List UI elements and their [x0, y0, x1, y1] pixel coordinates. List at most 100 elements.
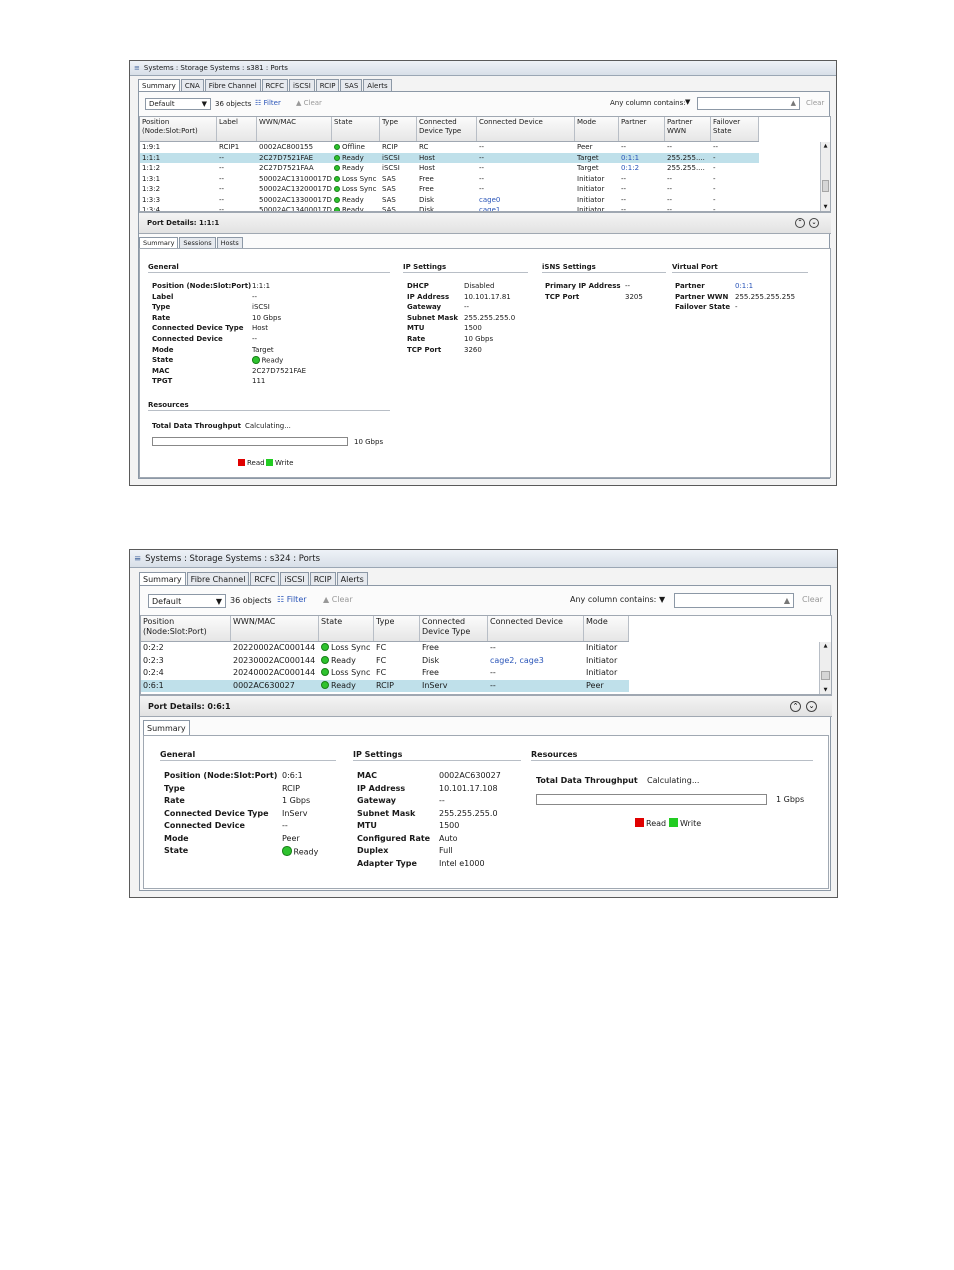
detail-tab-summary[interactable]: Summary: [139, 237, 179, 248]
tab-rcfc[interactable]: RCFC: [261, 79, 288, 91]
column-header[interactable]: Position (Node:Slot:Port): [141, 616, 231, 641]
view-select[interactable]: Default ▼: [145, 98, 211, 110]
column-header[interactable]: WWN/MAC: [231, 616, 319, 641]
detail-value: -: [735, 303, 738, 311]
search-input[interactable]: ▲: [674, 593, 794, 608]
detail-value-text: 255.255.255.255: [735, 292, 796, 301]
tab-iscsi[interactable]: iSCSI: [280, 572, 309, 585]
table-cell: --: [619, 205, 665, 211]
search-clear-icon[interactable]: ▲: [784, 596, 790, 605]
column-header[interactable]: Connected Device: [477, 117, 575, 141]
table-row[interactable]: 0:2:4 20240002AC000144 Loss Sync FC Free -- In…: [141, 667, 629, 680]
table-cell: SAS: [380, 205, 417, 211]
detail-label: MAC: [357, 771, 378, 780]
scroll-thumb[interactable]: [822, 180, 829, 192]
table-row[interactable]: 1:3:2 -- 50002AC13200017D Loss Sync SAS Free -…: [140, 184, 759, 195]
search-clear-button[interactable]: Clear: [806, 99, 824, 107]
detail-value: Ready: [282, 846, 318, 857]
column-header[interactable]: Partner: [619, 117, 665, 141]
scroll-thumb[interactable]: [821, 671, 830, 680]
table-row[interactable]: 1:3:4 -- 50002AC13400017D Ready SAS Disk cage1…: [140, 205, 759, 211]
tab-alerts[interactable]: Alerts: [336, 572, 368, 585]
any-column-dropdown-icon[interactable]: ▼: [685, 98, 690, 106]
column-header[interactable]: Type: [380, 117, 417, 141]
tab-rcfc[interactable]: RCFC: [250, 572, 280, 585]
tab-rcip[interactable]: RCIP: [309, 572, 336, 585]
column-header[interactable]: Type: [374, 616, 420, 641]
detail-tab-summary[interactable]: Summary: [143, 720, 190, 735]
collapse-up-icon[interactable]: ⌃: [790, 701, 801, 712]
detail-tab-sessions[interactable]: Sessions: [179, 237, 216, 248]
table-cell: 0:6:1: [141, 680, 231, 693]
cell-text: 1:3:2: [142, 185, 161, 193]
collapse-down-icon[interactable]: ⌄: [806, 701, 817, 712]
table-cell: SAS: [380, 195, 417, 206]
table-cell: Free: [420, 667, 488, 680]
tab-summary[interactable]: Summary: [138, 79, 180, 91]
search-clear-button[interactable]: Clear: [802, 595, 823, 604]
detail-value-text: --: [625, 282, 631, 290]
column-header[interactable]: Connected Device Type: [420, 616, 488, 641]
status-dot-icon: [334, 186, 340, 192]
tab-rcip[interactable]: RCIP: [315, 79, 340, 91]
column-header[interactable]: Failover State: [711, 117, 759, 141]
collapse-down-icon[interactable]: ⌄: [809, 218, 819, 228]
table-cell: Initiator: [575, 184, 619, 195]
column-header[interactable]: Mode: [584, 616, 629, 641]
cell-text: --: [219, 174, 225, 183]
filter-button[interactable]: ☷ Filter: [277, 595, 307, 604]
column-header[interactable]: WWN/MAC: [257, 117, 332, 141]
column-header[interactable]: Connected Device: [488, 616, 584, 641]
cell-text[interactable]: 0:1:1: [621, 154, 639, 162]
tab-summary[interactable]: Summary: [139, 572, 186, 585]
clear-filter-button[interactable]: ▲ Clear: [296, 99, 322, 107]
read-swatch: [635, 818, 644, 827]
detail-label: Subnet Mask: [407, 313, 459, 322]
virtual-port-header: Virtual Port: [672, 263, 808, 273]
search-clear-icon[interactable]: ▲: [791, 99, 796, 107]
table-row[interactable]: 0:2:2 20220002AC000144 Loss Sync FC Free -- In…: [141, 642, 629, 655]
cell-text: --: [479, 143, 485, 151]
table-scrollbar[interactable]: ▲ ▼: [820, 142, 830, 211]
cell-text[interactable]: 0:1:2: [621, 164, 639, 172]
tab-fibre-channel[interactable]: Fibre Channel: [204, 79, 261, 91]
table-cell: InServ: [420, 680, 488, 693]
column-header[interactable]: Connected Device Type: [417, 117, 477, 141]
scroll-up-icon[interactable]: ▲: [821, 142, 830, 150]
detail-tab-hosts[interactable]: Hosts: [216, 237, 243, 248]
table-row[interactable]: 1:1:1 -- 2C27D7521FAE Ready iSCSI Host -- Targe…: [140, 152, 759, 163]
table-scrollbar[interactable]: ▲ ▼: [819, 642, 831, 694]
column-header[interactable]: Partner WWN: [665, 117, 711, 141]
column-header[interactable]: Position (Node:Slot:Port): [140, 117, 217, 141]
column-header[interactable]: State: [332, 117, 380, 141]
scroll-down-icon[interactable]: ▼: [821, 203, 830, 211]
detail-label: DHCP: [407, 282, 429, 290]
table-row[interactable]: 1:1:2 -- 2C27D7521FAA Ready iSCSI Host -- Targe…: [140, 163, 759, 174]
clear-filter-button[interactable]: ▲ Clear: [323, 595, 353, 604]
main-tabs: Summary CNA Fibre Channel RCFC iSCSI RCI…: [138, 79, 393, 91]
tab-fibre-channel[interactable]: Fibre Channel: [186, 572, 250, 585]
table-row[interactable]: 0:6:1 0002AC630027 Ready RCIP InServ -- Peer: [141, 679, 629, 693]
column-header[interactable]: State: [319, 616, 374, 641]
tab-sas[interactable]: SAS: [340, 79, 363, 91]
column-header[interactable]: Mode: [575, 117, 619, 141]
detail-label: Mode: [164, 833, 189, 843]
tab-alerts[interactable]: Alerts: [363, 79, 392, 91]
view-select[interactable]: Default ▼: [148, 594, 226, 608]
table-row[interactable]: 1:9:1 RCIP1 0002AC800155 Offline RCIP RC -- Pee…: [140, 142, 759, 153]
scroll-up-icon[interactable]: ▲: [820, 642, 831, 650]
table-row[interactable]: 0:2:3 20230002AC000144 Ready FC Disk cage2, c…: [141, 655, 629, 668]
collapse-up-icon[interactable]: ⌃: [795, 218, 805, 228]
table-row[interactable]: 1:3:1 -- 50002AC13100017D Loss Sync SAS Free -…: [140, 174, 759, 185]
cell-text[interactable]: cage0: [479, 196, 500, 204]
cell-text[interactable]: cage2, cage3: [490, 656, 544, 665]
table-row[interactable]: 1:3:3 -- 50002AC13300017D Ready SAS Disk cage0…: [140, 195, 759, 206]
tab-iscsi[interactable]: iSCSI: [288, 79, 315, 91]
any-column-dropdown-icon[interactable]: ▼: [659, 595, 665, 604]
scroll-down-icon[interactable]: ▼: [820, 686, 831, 694]
table-cell: --: [217, 184, 257, 195]
column-header[interactable]: Label: [217, 117, 257, 141]
search-input[interactable]: ▲: [697, 97, 800, 110]
filter-button[interactable]: ☷ Filter: [255, 99, 281, 107]
tab-cna[interactable]: CNA: [180, 79, 204, 91]
